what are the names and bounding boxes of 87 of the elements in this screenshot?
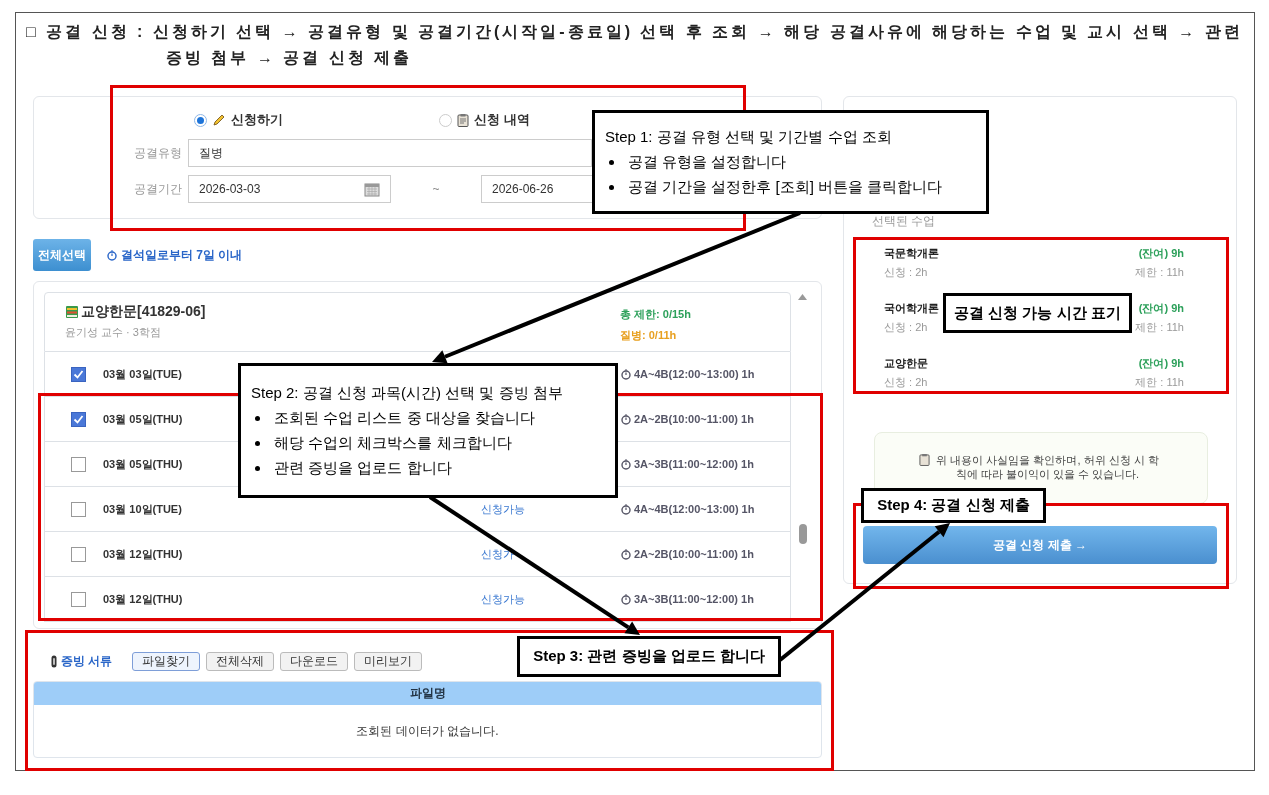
section-title: 증빙 서류 [61, 652, 113, 670]
mode-radio-option[interactable]: 신청 내역 [439, 111, 684, 129]
checkbox[interactable] [71, 591, 86, 607]
column-header: 파일명 [34, 682, 821, 705]
status-text: 신청가능 [481, 592, 525, 605]
scrollbar-thumb[interactable] [799, 524, 807, 544]
checkbox[interactable] [71, 501, 86, 517]
course-title: 교양한문[41829-06] [81, 303, 206, 321]
session-time: 3A~3B(11:00~12:00) 1h [634, 593, 754, 605]
course-name: 교양한문 [884, 356, 928, 371]
session-time: 2A~2B(10:00~11:00) 1h [634, 548, 754, 560]
session-row[interactable]: 03월 12일(THU) 신청가 2A~2B(10:00~11:00) 1h [44, 532, 791, 577]
range-separator: ~ [431, 182, 441, 196]
callout-bullet: 해당 수업의 체크박스를 체크합니다 [274, 433, 512, 453]
sick-limit-text: 질병: 0/11h [620, 328, 678, 343]
bullet-icon [609, 159, 614, 165]
callout-title: Step 1: 공결 유형 선택 및 기간별 수업 조회 [605, 127, 893, 147]
mode-radio-option[interactable]: 신청하기 [194, 111, 439, 129]
section-title: 선택된 수업 [871, 214, 937, 228]
session-date: 03월 12일(THU) [102, 591, 183, 607]
status-text: 신청가능 [481, 502, 525, 515]
bullet-icon [255, 465, 260, 471]
notice-text: 위 내용이 사실임을 확인하며, 허위 신청 시 학칙에 따라 불이익이 있을 수 있습니다. [935, 453, 1160, 481]
limit-hours: 제한 : 11h [1135, 320, 1184, 335]
clipboard-icon [457, 113, 469, 127]
field-label: 공결유형 [134, 144, 182, 162]
stopwatch-icon [621, 503, 631, 515]
file-action-button[interactable]: 미리보기 [354, 651, 423, 671]
absence-type-field[interactable]: 질병 [188, 139, 592, 167]
scroll-up-icon[interactable] [798, 294, 807, 300]
callout-title: Step 3: 관련 증빙을 업로드 합니다 [533, 647, 765, 666]
callout-bullet: 조회된 수업 리스트 중 대상을 찾습니다 [274, 408, 535, 428]
session-time: 3A~3B(11:00~12:00) 1h [634, 458, 754, 470]
limit-hours: 제한 : 11h [1135, 375, 1184, 390]
remaining-hours: (잔여) 9h [1137, 301, 1184, 316]
bullet-icon [255, 415, 260, 421]
stopwatch-icon [621, 593, 631, 605]
status-text: 신청가 [481, 547, 514, 560]
session-time: 2A~2B(10:00~11:00) 1h [634, 413, 754, 425]
remaining-hours: (잔여) 9h [1137, 356, 1184, 371]
callout-bullet: 관련 증빙을 업로드 합니다 [274, 458, 452, 478]
book-icon [65, 305, 79, 319]
total-limit-text: 총 제한: 0/15h [620, 307, 692, 322]
pencil-icon [212, 113, 226, 127]
file-action-button[interactable]: 다운로드 [280, 651, 349, 671]
session-date: 03월 05일(THU) [102, 411, 183, 427]
empty-message: 조회된 데이터가 없습니다. [355, 723, 500, 740]
start-date-field[interactable]: 2026-03-03 [188, 175, 391, 203]
session-date: 03월 03일(TUE) [102, 366, 182, 382]
clipboard-icon [918, 453, 930, 466]
callout-bullet: 공결 유형을 설정합니다 [628, 152, 787, 172]
deadline-notice: 결석일로부터 7일 이내 [121, 246, 243, 264]
session-date: 03월 12일(THU) [102, 546, 183, 562]
course-subtitle: 윤기성 교수 · 3학점 [65, 325, 162, 340]
applied-hours: 신청 : 2h [884, 320, 929, 335]
applied-hours: 신청 : 2h [884, 375, 928, 390]
checkbox[interactable] [71, 456, 86, 472]
session-time: 4A~4B(12:00~13:00) 1h [634, 368, 755, 380]
calendar-icon[interactable] [364, 181, 380, 197]
file-action-button[interactable]: 전체삭제 [206, 651, 275, 671]
session-row[interactable]: 03월 12일(THU) 신청가능 3A~3B(11:00~12:00) 1h [44, 577, 791, 622]
instruction-text: □ 공결 신청 : 신청하기 선택 → 공결유형 및 공결기간(시작일-종료일) 선택 후 조회 → 해당 공결사유에 해당하는 수업 및 교시 선택 → 관련 증빙 첨부 → 공결 신청 제출 [26, 22, 1244, 68]
checkbox[interactable] [71, 366, 86, 382]
checkbox[interactable] [71, 546, 86, 562]
remaining-hours: (잔여) 9h [1137, 246, 1184, 261]
session-date: 03월 10일(TUE) [102, 501, 182, 517]
stopwatch-icon [621, 548, 631, 560]
checkbox[interactable] [71, 411, 86, 427]
course-name: 국어학개론 [884, 301, 939, 316]
limit-hours: 제한 : 11h [1135, 265, 1184, 280]
session-date: 03월 05일(THU) [102, 456, 183, 472]
field-label: 공결기간 [134, 180, 182, 198]
bullet-icon [609, 184, 614, 190]
session-time: 4A~4B(12:00~13:00) 1h [634, 503, 755, 515]
callout-title: Step 2: 공결 신청 과목(시간) 선택 및 증빙 첨부 [251, 383, 564, 403]
callout-bullet: 공결 기간을 설정한후 [조회] 버튼을 클릭합니다 [628, 177, 943, 197]
stopwatch-icon [621, 458, 631, 470]
stopwatch-icon [621, 413, 631, 425]
applied-hours: 신청 : 2h [884, 265, 929, 280]
course-name: 국문학개론 [884, 246, 939, 261]
callout-title: 공결 신청 가능 시간 표기 [954, 303, 1121, 323]
stopwatch-icon [621, 368, 631, 380]
file-action-button[interactable]: 파일찾기 [132, 651, 201, 671]
paperclip-icon [51, 654, 57, 668]
bullet-icon [255, 440, 260, 446]
stopwatch-icon [107, 249, 117, 261]
callout-title: Step 4: 공결 신청 제출 [877, 496, 1030, 515]
